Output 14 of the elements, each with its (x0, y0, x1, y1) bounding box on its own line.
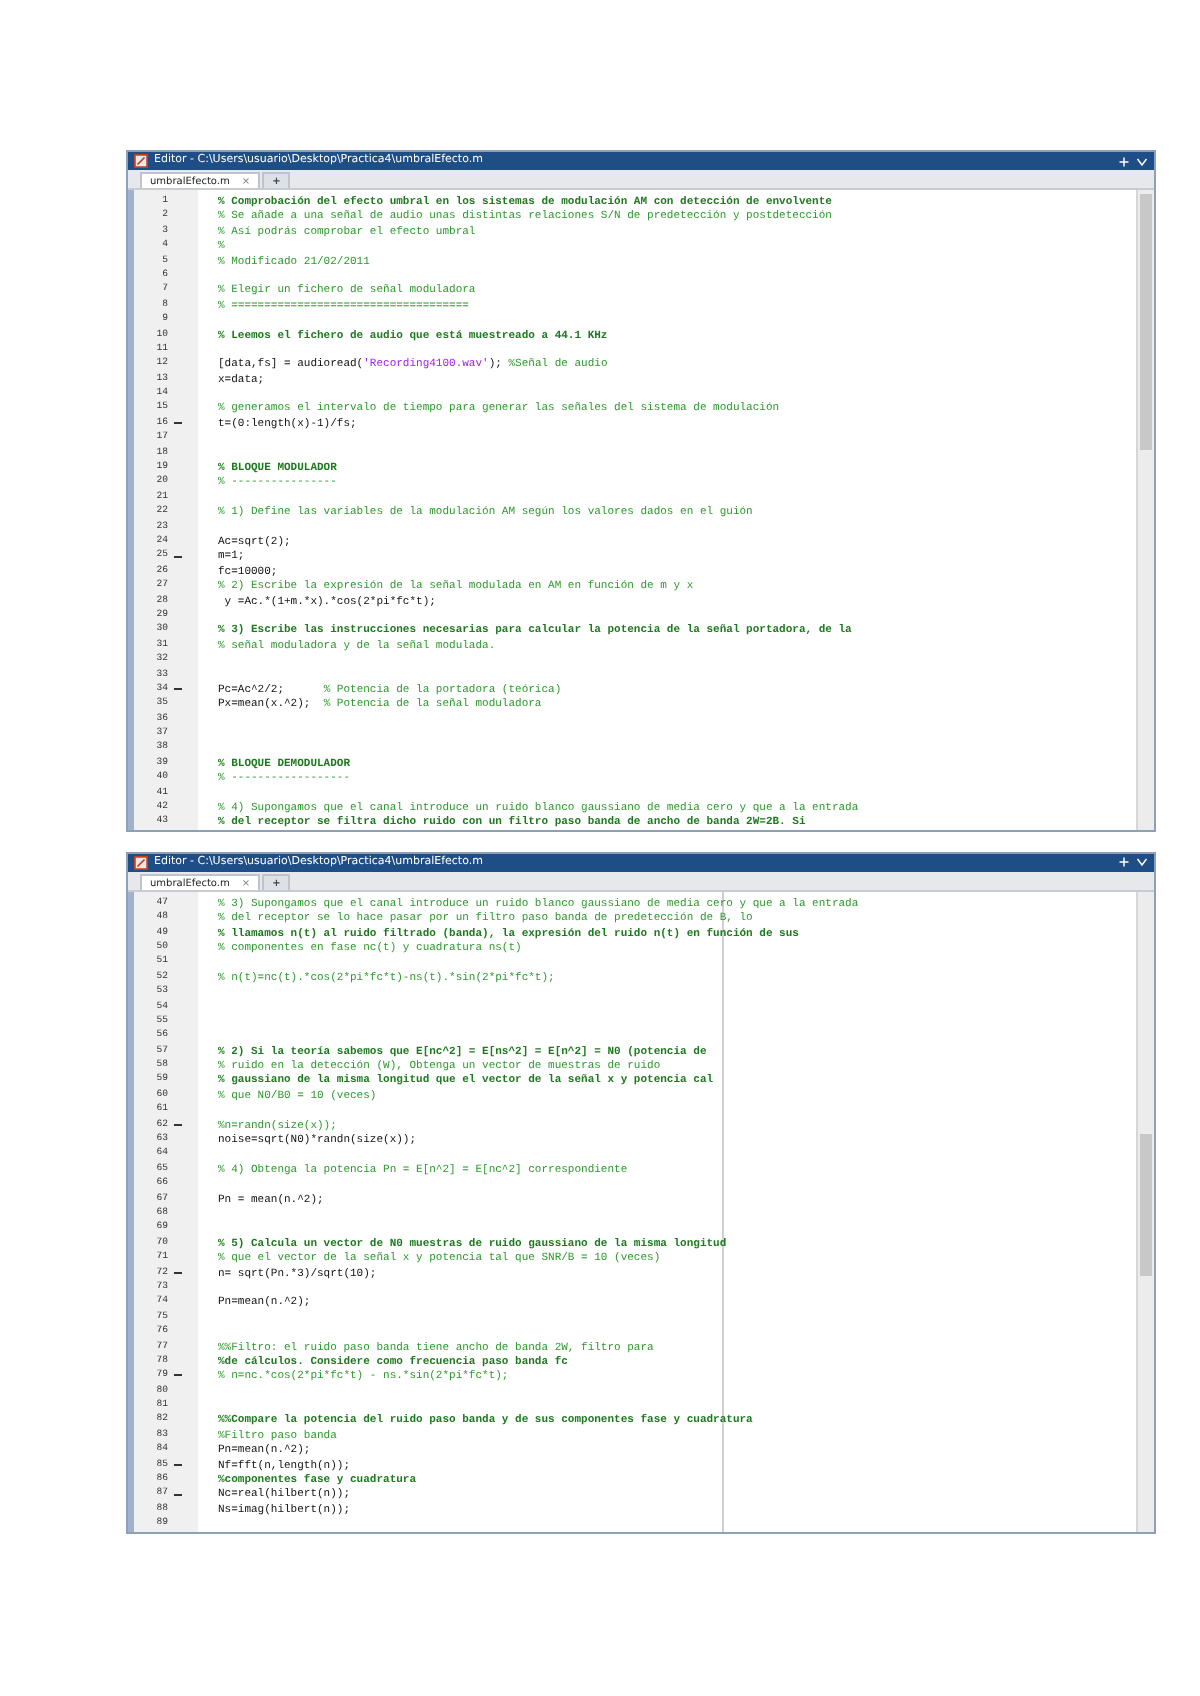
chevron-down-icon[interactable] (1136, 856, 1148, 869)
scrollbar[interactable] (1136, 891, 1154, 1532)
breakpoint-dash[interactable] (174, 1463, 182, 1466)
scroll-thumb[interactable] (1140, 1134, 1152, 1276)
breakpoint-dash[interactable] (174, 555, 182, 558)
breakpoint-dash[interactable] (174, 1374, 182, 1377)
breakpoint-dash[interactable] (174, 1493, 182, 1496)
breakpoint-dash[interactable] (174, 1271, 182, 1274)
breakpoint-dash[interactable] (174, 422, 182, 425)
scroll-thumb[interactable] (1140, 194, 1152, 450)
chevron-down-icon[interactable] (1136, 155, 1148, 167)
breakpoint-dash[interactable] (174, 688, 182, 691)
scrollbar[interactable] (1136, 190, 1154, 830)
breakpoint-dash[interactable] (174, 1123, 182, 1126)
